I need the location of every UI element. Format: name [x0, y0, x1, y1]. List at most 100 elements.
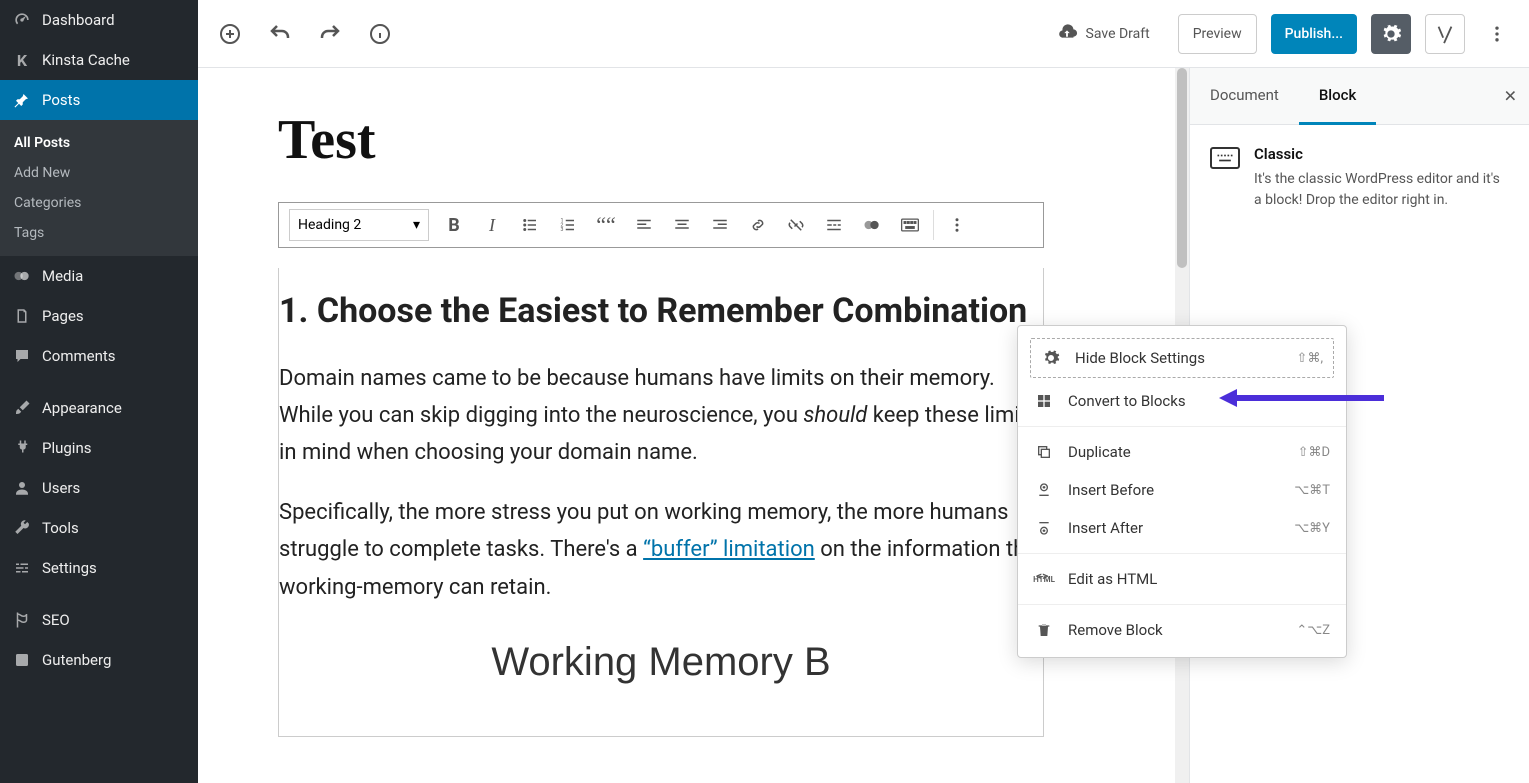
menu-edit-as-html[interactable]: <>HTML Edit as HTML	[1018, 560, 1346, 598]
sidebar-label: Plugins	[42, 439, 91, 457]
publish-button[interactable]: Publish...	[1271, 14, 1357, 54]
chevron-down-icon: ▾	[413, 217, 420, 233]
bold-button[interactable]: B	[435, 207, 473, 243]
comment-icon	[12, 346, 32, 366]
sidebar-item-plugins[interactable]: Plugins	[0, 428, 198, 468]
classic-block-icon	[1210, 147, 1240, 169]
menu-duplicate[interactable]: Duplicate ⇧⌘D	[1018, 433, 1346, 471]
sidebar-label: Dashboard	[42, 11, 115, 29]
brush-icon	[12, 398, 32, 418]
page-icon	[12, 306, 32, 326]
menu-insert-before[interactable]: Insert Before ⌥⌘T	[1018, 471, 1346, 509]
number-list-button[interactable]: 123	[549, 207, 587, 243]
post-title[interactable]: Test	[278, 108, 1095, 172]
duplicate-icon	[1034, 444, 1054, 460]
sidebar-sub-all-posts[interactable]: All Posts	[0, 128, 198, 158]
undo-button[interactable]	[262, 16, 298, 52]
more-menu-button[interactable]	[1479, 16, 1515, 52]
keyboard-button[interactable]	[891, 207, 929, 243]
sidebar-item-posts[interactable]: Posts	[0, 80, 198, 120]
sidebar-item-tools[interactable]: Tools	[0, 508, 198, 548]
sidebar-label: Settings	[42, 559, 97, 577]
menu-hide-block-settings[interactable]: Hide Block Settings ⇧⌘,	[1030, 338, 1334, 378]
redo-button[interactable]	[312, 16, 348, 52]
save-draft-label: Save Draft	[1086, 26, 1150, 42]
save-draft-button[interactable]: Save Draft	[1042, 14, 1164, 54]
cloud-icon	[1056, 23, 1078, 45]
media-icon	[12, 266, 32, 286]
close-inspector-button[interactable]: ✕	[1504, 87, 1517, 106]
menu-remove-block[interactable]: Remove Block ⌃⌥Z	[1018, 611, 1346, 649]
unlink-button[interactable]	[777, 207, 815, 243]
yoast-button[interactable]	[1425, 14, 1465, 54]
editor-topbar: Save Draft Preview Publish...	[198, 0, 1529, 68]
inspector-tabs: Document Block ✕	[1190, 68, 1529, 125]
sidebar-label: Pages	[42, 307, 84, 325]
sidebar-sub-add-new[interactable]: Add New	[0, 158, 198, 188]
sidebar-label: Comments	[42, 347, 116, 365]
classic-block-toolbar: Heading 2 ▾ B I 123 ““	[278, 202, 1044, 248]
sidebar-item-kinsta[interactable]: K Kinsta Cache	[0, 40, 198, 80]
gear-icon	[1041, 349, 1061, 367]
menu-convert-to-blocks[interactable]: Convert to Blocks	[1018, 382, 1346, 420]
admin-sidebar: Dashboard K Kinsta Cache Posts All Posts…	[0, 0, 198, 783]
add-media-button[interactable]	[853, 207, 891, 243]
sidebar-item-pages[interactable]: Pages	[0, 296, 198, 336]
align-right-button[interactable]	[701, 207, 739, 243]
sidebar-label: SEO	[42, 611, 70, 629]
blocks-icon	[1034, 393, 1054, 409]
content-heading: 1. Choose the Easiest to Remember Combin…	[279, 288, 1043, 336]
sidebar-item-seo[interactable]: SEO	[0, 600, 198, 640]
info-button[interactable]	[362, 16, 398, 52]
block-more-button[interactable]	[938, 207, 976, 243]
block-info-panel: Classic It's the classic WordPress edito…	[1190, 125, 1529, 231]
classic-block-content[interactable]: 1. Choose the Easiest to Remember Combin…	[278, 268, 1044, 737]
gutenberg-icon	[12, 650, 32, 670]
sidebar-item-comments[interactable]: Comments	[0, 336, 198, 376]
sidebar-item-media[interactable]: Media	[0, 256, 198, 296]
align-center-button[interactable]	[663, 207, 701, 243]
sidebar-sub-tags[interactable]: Tags	[0, 218, 198, 248]
sidebar-item-settings[interactable]: Settings	[0, 548, 198, 588]
k-icon: K	[12, 50, 32, 70]
sidebar-label: Tools	[42, 519, 79, 537]
buffer-link[interactable]: “buffer” limitation	[643, 537, 815, 562]
insert-before-icon	[1034, 482, 1054, 498]
align-left-button[interactable]	[625, 207, 663, 243]
tab-block[interactable]: Block	[1299, 68, 1376, 125]
quote-button[interactable]: ““	[587, 207, 625, 243]
sidebar-label: Media	[42, 267, 83, 285]
content-paragraph: Specifically, the more stress you put on…	[279, 494, 1043, 606]
tab-document[interactable]: Document	[1190, 68, 1299, 124]
trash-icon	[1034, 622, 1054, 638]
insert-more-button[interactable]	[815, 207, 853, 243]
insert-after-icon	[1034, 520, 1054, 536]
sidebar-sub-categories[interactable]: Categories	[0, 188, 198, 218]
gauge-icon	[12, 10, 32, 30]
menu-insert-after[interactable]: Insert After ⌥⌘Y	[1018, 509, 1346, 547]
plug-icon	[12, 438, 32, 458]
italic-button[interactable]: I	[473, 207, 511, 243]
scroll-thumb[interactable]	[1177, 68, 1187, 268]
user-icon	[12, 478, 32, 498]
sidebar-label: Posts	[42, 91, 80, 109]
add-block-button[interactable]	[212, 16, 248, 52]
sidebar-item-appearance[interactable]: Appearance	[0, 388, 198, 428]
sidebar-item-gutenberg[interactable]: Gutenberg	[0, 640, 198, 680]
wrench-icon	[12, 518, 32, 538]
pin-icon	[12, 90, 32, 110]
format-select[interactable]: Heading 2 ▾	[289, 209, 429, 241]
sidebar-item-dashboard[interactable]: Dashboard	[0, 0, 198, 40]
bullet-list-button[interactable]	[511, 207, 549, 243]
sidebar-label: Gutenberg	[42, 651, 111, 669]
sidebar-label: Appearance	[42, 399, 122, 417]
block-options-dropdown: Hide Block Settings ⇧⌘, Convert to Block…	[1017, 325, 1347, 658]
sliders-icon	[12, 558, 32, 578]
link-button[interactable]	[739, 207, 777, 243]
sidebar-submenu: All Posts Add New Categories Tags	[0, 120, 198, 256]
content-subheading: Working Memory B	[279, 628, 1043, 696]
settings-button[interactable]	[1371, 14, 1411, 54]
sidebar-label: Users	[42, 479, 80, 497]
sidebar-item-users[interactable]: Users	[0, 468, 198, 508]
preview-button[interactable]: Preview	[1178, 14, 1257, 54]
